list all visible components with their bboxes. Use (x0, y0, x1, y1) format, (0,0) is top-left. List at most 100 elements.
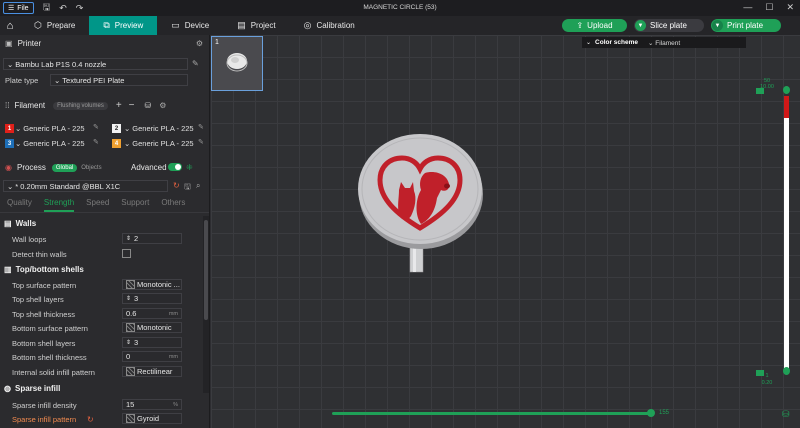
switch-knob (175, 164, 181, 170)
density-input[interactable]: 15 % (122, 399, 182, 410)
remove-icon[interactable]: − (129, 100, 135, 111)
scrollbar-thumb[interactable] (204, 220, 208, 320)
shells-icon: ▥ (4, 265, 12, 274)
plate-type-select[interactable]: ⌄ Textured PEI Plate (50, 74, 188, 86)
filament-color-swatch[interactable]: 1 (5, 124, 14, 133)
filament-item[interactable]: ⌄ Generic PLA - 225 (15, 137, 103, 149)
pattern-icon (126, 323, 135, 332)
move-count-label: 155 (659, 410, 670, 416)
objects-toggle[interactable]: Objects (77, 164, 105, 172)
wall-loops-input[interactable]: ⇕ 2 (122, 233, 182, 244)
layers-icon[interactable]: ⛁ (782, 409, 790, 420)
bottom-thickness-label: Bottom shell thickness (12, 353, 87, 362)
topbottom-group: ▥ Top/bottom shells (4, 265, 84, 274)
hamburger-icon: ☰ (8, 5, 15, 12)
process-icon: ◉ (5, 163, 12, 172)
subtab-support[interactable]: Support (121, 198, 149, 212)
reset-icon[interactable]: ↻ (87, 415, 94, 424)
sync-icon[interactable]: ⛁ (145, 101, 152, 110)
top-thickness-input[interactable]: 0.6 mm (122, 308, 182, 319)
edit-icon[interactable]: ✎ (198, 138, 204, 146)
layer-slider-track[interactable] (784, 118, 789, 371)
subtab-strength[interactable]: Strength (43, 198, 75, 212)
chevron-down-icon[interactable]: ▼ (635, 20, 646, 31)
add-icon[interactable]: + (116, 100, 122, 111)
preview-icon: ⧉ (103, 20, 110, 30)
top-pattern-select[interactable]: Monotonic ... (122, 279, 182, 290)
undo-icon[interactable]: ↶ (59, 3, 67, 14)
layer-slider-bottom-knob[interactable] (783, 367, 790, 375)
process-preset-select[interactable]: ⌄ * 0.20mm Standard @BBL X1C (3, 180, 168, 192)
file-menu-button[interactable]: ☰ File (3, 2, 34, 14)
move-slider-track[interactable] (332, 412, 652, 415)
filament-color-swatch[interactable]: 4 (112, 139, 121, 148)
bottom-layers-input[interactable]: ⇕ 3 (122, 337, 182, 348)
bottom-pattern-select[interactable]: Monotonic (122, 322, 182, 333)
search-icon[interactable]: ⌕ (196, 181, 200, 191)
filament-item[interactable]: ⌄ Generic PLA - 225 (124, 122, 204, 134)
pattern-icon (126, 280, 135, 289)
filament-item[interactable]: ⌄ Generic PLA - 225 (15, 122, 103, 134)
reset-icon[interactable]: ↻ (173, 181, 180, 190)
layer-slider-top-knob[interactable] (783, 86, 790, 94)
model-render[interactable] (355, 128, 485, 278)
print-plate-button[interactable]: ▼ Print plate (711, 19, 781, 32)
bottom-thickness-input[interactable]: 0 mm (122, 351, 182, 362)
tab-calibration[interactable]: ◎ Calibration (290, 16, 369, 35)
filament-color-swatch[interactable]: 2 (112, 124, 121, 133)
subtab-others[interactable]: Others (161, 198, 185, 212)
maximize-icon[interactable]: ☐ (765, 2, 773, 13)
home-icon[interactable]: ⌂ (0, 20, 20, 32)
stepper-icon[interactable]: ⇕ (126, 295, 131, 302)
layer-top-handle[interactable] (756, 88, 764, 94)
walls-icon: ▤ (4, 219, 12, 228)
edit-icon[interactable]: ✎ (93, 138, 99, 146)
filament-item[interactable]: ⌄ Generic PLA - 225 (124, 137, 204, 149)
stepper-icon[interactable]: ⇕ (126, 235, 131, 242)
gear-icon[interactable]: ⚙ (159, 101, 166, 110)
chevron-down-icon[interactable]: ▼ (712, 20, 723, 31)
flushing-volumes-button[interactable]: Flushing volumes (53, 101, 108, 110)
slice-plate-button[interactable]: ▼ Slice plate (634, 19, 704, 32)
minimize-icon[interactable]: — (743, 2, 752, 13)
unit-label: mm (168, 310, 178, 317)
move-slider-knob[interactable] (647, 409, 655, 417)
edit-icon[interactable]: ✎ (198, 123, 204, 131)
sparse-pattern-select[interactable]: Gyroid (122, 413, 182, 424)
printer-select[interactable]: ⌄ Bambu Lab P1S 0.4 nozzle (3, 58, 188, 70)
layer-bottom-height: 0.20 (761, 380, 773, 386)
upload-icon: ⇪ (576, 21, 584, 30)
3d-viewport[interactable] (211, 35, 800, 428)
tab-device[interactable]: ▭ Device (157, 16, 223, 35)
tab-prepare[interactable]: ⬡ Prepare (20, 16, 89, 35)
color-scheme-select[interactable]: ⌄ Filament (648, 39, 680, 47)
color-scheme-bar[interactable]: ⌄ Color scheme ⌄ Filament (582, 37, 746, 48)
advanced-switch[interactable] (168, 163, 182, 171)
close-icon[interactable]: ✕ (786, 2, 794, 13)
calibration-icon: ◎ (303, 20, 312, 30)
tab-project[interactable]: ▤ Project (223, 16, 289, 35)
gear-icon[interactable]: ⚙ (196, 39, 203, 48)
subtab-speed[interactable]: Speed (86, 198, 109, 212)
global-toggle[interactable]: Global (51, 163, 78, 172)
top-layers-input[interactable]: ⇕ 3 (122, 293, 182, 304)
save-icon[interactable]: 🖫 (43, 0, 51, 16)
compare-icon[interactable]: ⁜ (186, 163, 193, 172)
subtab-quality[interactable]: Quality (7, 198, 32, 212)
redo-icon[interactable]: ↷ (76, 3, 84, 14)
save-icon[interactable]: 🖫 (184, 181, 191, 195)
upload-button[interactable]: ⇪ Upload (562, 19, 627, 32)
infill-icon: ◍ (4, 384, 11, 393)
plate-thumbnail[interactable]: 1 (211, 36, 263, 91)
tab-preview[interactable]: ⧉ Preview (89, 16, 158, 35)
plate-preview-icon (226, 53, 248, 72)
detect-thin-walls-checkbox[interactable] (122, 249, 131, 258)
color-scheme-label: Color scheme (595, 39, 639, 46)
internal-pattern-select[interactable]: Rectilinear (122, 366, 182, 377)
edit-icon[interactable]: ✎ (192, 59, 199, 68)
stepper-icon[interactable]: ⇕ (126, 339, 131, 346)
layer-bottom-number: 1 (765, 373, 769, 379)
edit-icon[interactable]: ✎ (93, 123, 99, 131)
filament-color-swatch[interactable]: 3 (5, 139, 14, 148)
detect-thin-walls-label: Detect thin walls (12, 250, 67, 259)
